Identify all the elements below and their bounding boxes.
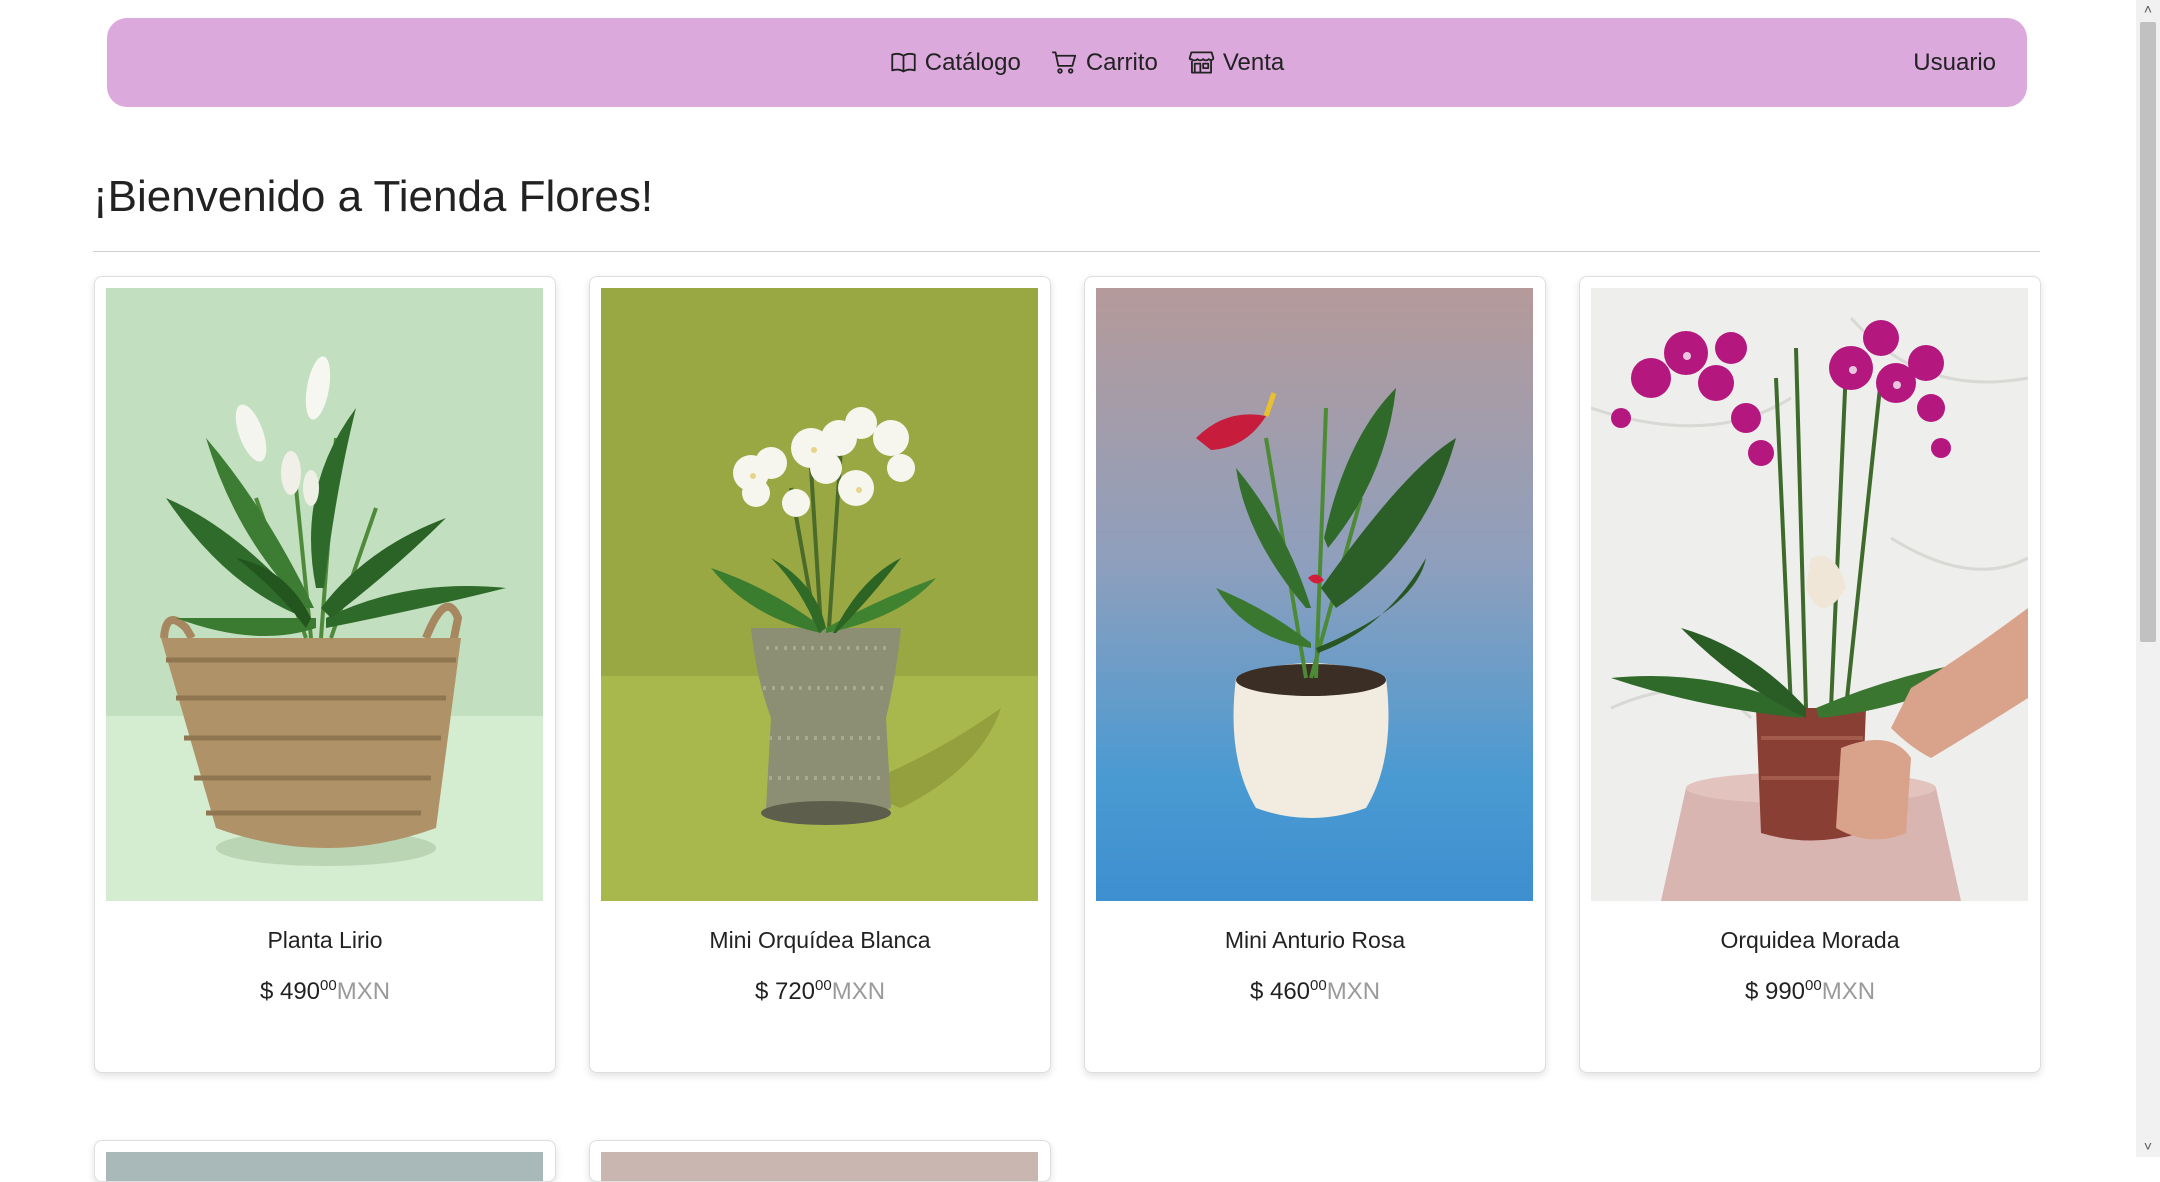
nav-cart-label: Carrito: [1085, 48, 1158, 76]
product-card[interactable]: [94, 1140, 556, 1182]
price-currency: MXN: [1326, 978, 1381, 1005]
product-card[interactable]: [589, 1140, 1051, 1182]
nav-links: Catálogo Carrito Venta: [107, 18, 2027, 107]
product-price: $ 49000MXN: [95, 977, 555, 1006]
cart-icon: [1051, 51, 1076, 74]
price-cents: 00: [1805, 977, 1822, 994]
product-price: $ 99000MXN: [1580, 977, 2040, 1006]
product-name[interactable]: Mini Anturio Rosa: [1085, 927, 1545, 954]
book-icon: [891, 52, 916, 73]
price-currency-symbol: $: [259, 978, 274, 1005]
product-name[interactable]: Orquidea Morada: [1580, 927, 2040, 954]
price-cents: 00: [815, 977, 832, 994]
nav-catalog-link[interactable]: Catálogo: [890, 49, 1021, 77]
product-image[interactable]: [601, 288, 1038, 901]
shop-icon: [1188, 51, 1215, 74]
price-cents: 00: [1310, 977, 1327, 994]
price-currency-symbol: $: [754, 978, 769, 1005]
top-navbar: Catálogo Carrito Venta Usuario: [107, 18, 2027, 107]
nav-sale-link[interactable]: Venta: [1188, 49, 1284, 77]
price-currency: MXN: [336, 978, 391, 1005]
page: Catálogo Carrito Venta Usuario ¡Bienveni…: [0, 0, 2136, 1182]
nav-sale-label: Venta: [1222, 48, 1285, 76]
scroll-up-arrow-icon[interactable]: ˄: [2136, 0, 2160, 18]
scrollbar-thumb[interactable]: [2140, 22, 2156, 642]
product-card[interactable]: Orquidea Morada $ 99000MXN: [1579, 276, 2041, 1073]
product-card[interactable]: Mini Orquídea Blanca $ 72000MXN: [589, 276, 1051, 1073]
product-price: $ 72000MXN: [590, 977, 1050, 1006]
price-cents: 00: [320, 977, 337, 994]
product-card[interactable]: Planta Lirio $ 49000MXN: [94, 276, 556, 1073]
product-image[interactable]: [106, 288, 543, 901]
price-whole: 720: [774, 978, 816, 1005]
product-image[interactable]: [1096, 288, 1533, 901]
page-scrollbar[interactable]: ˄ ˅: [2136, 0, 2160, 1157]
heading-divider: [93, 251, 2040, 252]
price-whole: 460: [1269, 978, 1311, 1005]
nav-catalog-label: Catálogo: [924, 48, 1021, 76]
price-currency: MXN: [831, 978, 886, 1005]
price-currency-symbol: $: [1249, 978, 1264, 1005]
nav-cart-link[interactable]: Carrito: [1051, 49, 1158, 77]
price-whole: 490: [279, 978, 321, 1005]
product-price: $ 46000MXN: [1085, 977, 1545, 1006]
product-name[interactable]: Planta Lirio: [95, 927, 555, 954]
product-image[interactable]: [1591, 288, 2028, 901]
price-currency-symbol: $: [1744, 978, 1759, 1005]
price-whole: 990: [1764, 978, 1806, 1005]
price-currency: MXN: [1821, 978, 1876, 1005]
product-card[interactable]: Mini Anturio Rosa $ 46000MXN: [1084, 276, 1546, 1073]
page-heading: ¡Bienvenido a Tienda Flores!: [93, 172, 654, 221]
scroll-down-arrow-icon[interactable]: ˅: [2136, 1137, 2160, 1155]
product-name[interactable]: Mini Orquídea Blanca: [590, 927, 1050, 954]
nav-user-link[interactable]: Usuario: [1913, 18, 1996, 107]
